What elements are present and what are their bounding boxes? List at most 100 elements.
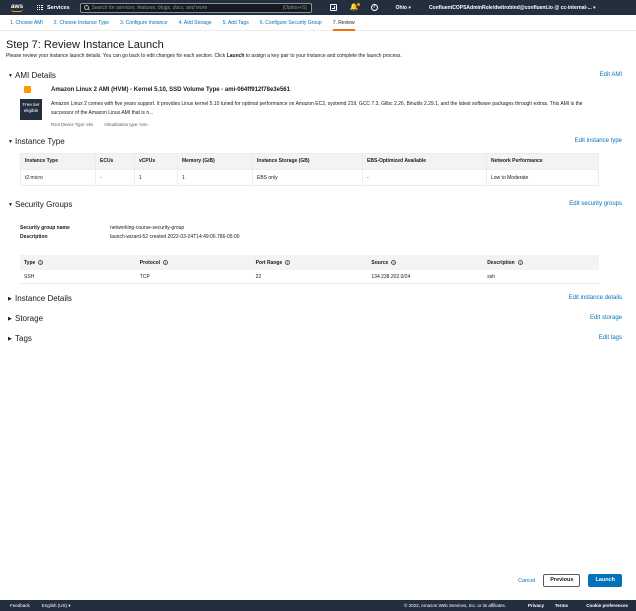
info-icon[interactable]: i: [517, 260, 523, 265]
edit-storage-link[interactable]: Edit storage: [590, 315, 622, 321]
top-navigation-bar: aws Services Search for services, featur…: [0, 0, 636, 15]
aws-logo[interactable]: aws: [6, 0, 28, 15]
action-buttons: Cancel Previous Launch: [518, 574, 622, 587]
services-menu-button[interactable]: Services: [37, 4, 70, 11]
ami-details-header[interactable]: ▼ AMI Details: [8, 71, 56, 80]
tab-add-storage[interactable]: 4. Add Storage: [179, 15, 212, 31]
root-device-type: Root Device Type: ebs: [51, 122, 94, 127]
col-instance-storage: Instance Storage (GB): [253, 154, 363, 169]
cell-instance-storage: EBS only: [253, 169, 363, 186]
cloudshell-icon[interactable]: [329, 4, 337, 11]
col-type: Type i: [20, 260, 136, 266]
copyright-text: © 2022, Amazon Web Services, Inc. or its…: [404, 603, 506, 608]
edit-ami-link[interactable]: Edit AMI: [600, 72, 622, 78]
edit-tags-link[interactable]: Edit tags: [599, 335, 622, 341]
col-memory: Memory (GiB): [178, 154, 253, 169]
security-rules-table-header: Type i Protocol i Port Range i Source i Desc…: [20, 255, 599, 270]
services-label: Services: [47, 4, 70, 11]
security-group-name-label: Security group name: [20, 225, 70, 231]
storage-header[interactable]: ▶ Storage: [8, 314, 43, 323]
aws-smile-icon: [11, 9, 23, 12]
col-network-performance: Network Performance: [491, 158, 543, 164]
terms-link[interactable]: Terms: [555, 603, 568, 608]
table-row: SSH TCP 22 134.238.202.0/24 ssh: [20, 270, 599, 284]
privacy-link[interactable]: Privacy: [528, 603, 544, 608]
tags-header[interactable]: ▶ Tags: [8, 334, 32, 343]
col-description: Description i: [483, 260, 599, 266]
notification-dot: [356, 2, 360, 6]
wizard-step-tabs: 1. Choose AMI 2. Choose Instance Type 3.…: [0, 15, 636, 31]
free-tier-line-2: eligible: [23, 108, 39, 113]
ami-description: Amazon Linux 2 comes with five years sup…: [51, 101, 583, 116]
caret-down-icon: ▼: [8, 138, 13, 145]
edit-security-groups-link[interactable]: Edit security groups: [569, 201, 622, 207]
instance-type-title: Instance Type: [15, 137, 65, 146]
tab-configure-security-group[interactable]: 6. Configure Security Group: [260, 15, 322, 31]
tab-choose-ami[interactable]: 1. Choose AMI: [10, 15, 43, 31]
launch-button[interactable]: Launch: [588, 574, 622, 587]
cell-source: 134.238.202.0/24: [371, 273, 411, 280]
search-placeholder: Search for services, features, blogs, do…: [91, 4, 208, 11]
cell-vcpus: 1: [135, 169, 178, 186]
language-selector[interactable]: English (US) ▾: [42, 603, 71, 609]
feedback-link[interactable]: Feedback: [10, 603, 30, 608]
col-type-label: Type: [24, 259, 36, 266]
info-icon[interactable]: i: [391, 260, 397, 265]
search-shortcut: [Option+S]: [282, 4, 307, 11]
instance-type-header[interactable]: ▼ Instance Type: [8, 137, 65, 146]
info-icon[interactable]: i: [163, 260, 169, 265]
virtualization-type: Virtualization type: hvm: [104, 122, 148, 127]
cookie-preferences-link[interactable]: Cookie preferences: [586, 603, 628, 608]
table-header: Instance Type ECUs vCPUs Memory (GiB) In…: [21, 154, 598, 169]
instance-details-header[interactable]: ▶ Instance Details: [8, 294, 72, 303]
cell-port-range: 22: [255, 273, 262, 280]
caret-right-icon: ▶: [8, 335, 12, 342]
ami-meta: Root Device Type: ebs Virtualization typ…: [51, 122, 157, 127]
col-source-label: Source: [371, 259, 389, 266]
caret-right-icon: ▶: [8, 315, 12, 322]
info-icon[interactable]: i: [38, 260, 44, 265]
caret-down-icon: ▼: [8, 72, 13, 79]
previous-button[interactable]: Previous: [543, 574, 581, 587]
instance-type-table: Instance Type ECUs vCPUs Memory (GiB) In…: [20, 153, 599, 186]
edit-instance-type-link[interactable]: Edit instance type: [575, 138, 622, 144]
desc-text-2: to assign a key pair to your instance an…: [244, 53, 402, 59]
security-group-description-value: launch-wizard-52 created 2022-03-24T14:4…: [110, 234, 240, 240]
cell-instance-type: t2.micro: [21, 169, 96, 186]
cancel-button[interactable]: Cancel: [518, 578, 535, 584]
col-ebs-optimized: EBS-Optimized Available: [363, 154, 487, 169]
col-source: Source i: [367, 260, 483, 266]
security-groups-header[interactable]: ▼ Security Groups: [8, 200, 72, 209]
region-selector[interactable]: Ohio ▾: [396, 5, 411, 11]
col-instance-type: Instance Type: [21, 154, 96, 169]
tab-choose-instance-type[interactable]: 2. Choose Instance Type: [54, 15, 109, 31]
amazon-linux-icon: [24, 86, 31, 93]
page-description: Please review your instance launch detai…: [6, 53, 402, 59]
tags-title: Tags: [15, 334, 32, 343]
account-menu[interactable]: ConfluentCOPSAdminRole/dwitrobind@conflu…: [429, 5, 596, 11]
notifications-bell-icon[interactable]: 🔔: [350, 2, 360, 12]
edit-instance-details-link[interactable]: Edit instance details: [569, 295, 622, 301]
desc-launch-bold: Launch: [226, 53, 245, 59]
col-protocol-label: Protocol: [139, 259, 161, 266]
tab-configure-instance[interactable]: 3. Configure Instance: [120, 15, 168, 31]
col-port-range: Port Range i: [252, 260, 368, 266]
desc-text-1: Please review your instance launch detai…: [6, 53, 227, 59]
col-vcpus: vCPUs: [135, 154, 178, 169]
search-input[interactable]: Search for services, features, blogs, do…: [79, 2, 312, 13]
caret-down-icon: ▼: [8, 201, 13, 208]
cell-type: SSH: [24, 273, 35, 280]
security-group-description-label: Description: [20, 234, 48, 240]
help-icon[interactable]: ?: [370, 4, 378, 11]
info-icon[interactable]: i: [285, 260, 291, 265]
col-port-range-label: Port Range: [255, 259, 283, 266]
cell-protocol: TCP: [139, 273, 150, 280]
tab-add-tags[interactable]: 5. Add Tags: [223, 15, 249, 31]
tab-review[interactable]: 7. Review: [332, 15, 355, 31]
cell-ebs-optimized: -: [363, 169, 487, 186]
search-icon: [83, 5, 89, 10]
ami-name: Amazon Linux 2 AMI (HVM) - Kernel 5.10, …: [51, 87, 290, 93]
cell-memory: 1: [178, 169, 253, 186]
security-groups-title: Security Groups: [15, 200, 73, 209]
caret-right-icon: ▶: [8, 295, 12, 302]
